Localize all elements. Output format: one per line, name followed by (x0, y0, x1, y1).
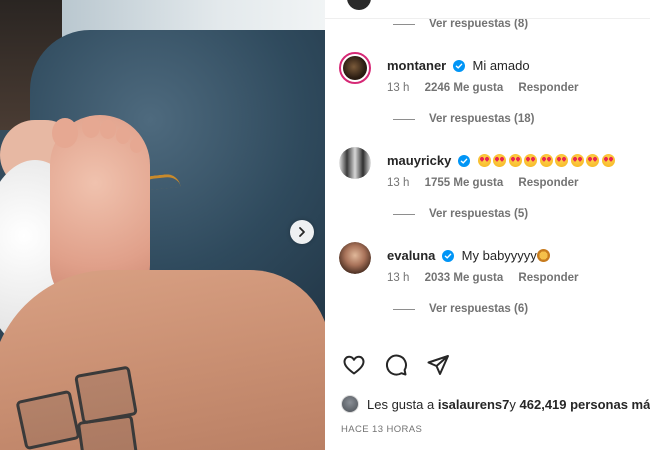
avatar[interactable] (341, 395, 359, 413)
baby-toe (130, 138, 143, 153)
comment-likes[interactable]: 2246 Me gusta (425, 82, 504, 94)
avatar[interactable] (339, 52, 371, 84)
view-replies-label: Ver respuestas (18) (429, 113, 535, 125)
baby-toe (52, 118, 78, 148)
replies-divider-line (393, 118, 415, 120)
heart-eyes-emoji-icon (570, 154, 584, 167)
likes-middle: y (509, 396, 516, 412)
send-icon (427, 355, 449, 375)
heart-eyes-emoji-icon (493, 154, 507, 167)
heart-eyes-emoji-icon (524, 154, 538, 167)
likes-count[interactable]: 462,419 personas más (520, 397, 650, 412)
verified-badge-icon (452, 60, 465, 72)
avatar[interactable] (339, 242, 371, 274)
reply-button[interactable]: Responder (518, 82, 578, 94)
comments-panel: Ver respuestas (8) montaner Mi amado 13 … (325, 0, 650, 450)
comment-username[interactable]: mauyricky (387, 153, 451, 168)
view-replies-button[interactable]: Ver respuestas (18) (393, 113, 534, 125)
lion-emoji-icon (536, 249, 550, 262)
comment-username[interactable]: montaner (387, 58, 446, 73)
comment-time[interactable]: 13 h (387, 272, 409, 284)
view-replies-label: Ver respuestas (8) (429, 18, 529, 30)
chevron-right-icon (299, 227, 305, 237)
post-action-bar (341, 352, 451, 378)
verified-badge-icon (442, 250, 455, 262)
comment-username[interactable]: evaluna (387, 248, 435, 263)
heart-eyes-emoji-icon (539, 154, 553, 167)
comment-text: My babyyyyy (461, 248, 537, 263)
post-timestamp[interactable]: HACE 13 HORAS (341, 424, 422, 435)
replies-divider-line (393, 23, 415, 25)
heart-eyes-emoji-icon (586, 154, 600, 167)
comment-button[interactable] (383, 352, 409, 378)
heart-eyes-emoji-icon (555, 154, 569, 167)
view-replies-label: Ver respuestas (5) (429, 208, 529, 220)
reply-button[interactable]: Responder (518, 272, 578, 284)
likes-prefix: Les gusta a (367, 396, 435, 412)
verified-badge-icon (457, 155, 470, 167)
baby-toe (82, 116, 100, 138)
comment-likes[interactable]: 1755 Me gusta (425, 177, 504, 189)
baby-toe (116, 127, 130, 144)
comment-emojis (477, 153, 618, 168)
avatar[interactable] (347, 0, 371, 10)
heart-icon (343, 355, 365, 375)
comment-icon (385, 354, 407, 376)
comment-time[interactable]: 13 h (387, 82, 409, 94)
comment-likes[interactable]: 2033 Me gusta (425, 272, 504, 284)
divider (325, 18, 650, 19)
reply-button[interactable]: Responder (518, 177, 578, 189)
share-button[interactable] (425, 352, 451, 378)
post-photo (0, 0, 325, 450)
tattoo-block (76, 414, 140, 450)
comment-text: Mi amado (472, 58, 530, 73)
comment-item: mauyricky 13 h 1755 Me gusta Responder (339, 147, 644, 197)
view-replies-button[interactable]: Ver respuestas (5) (393, 208, 528, 220)
next-photo-button[interactable] (290, 220, 314, 244)
view-replies-label: Ver respuestas (6) (429, 303, 529, 315)
comment-item: evaluna My babyyyyy 13 h 2033 Me gusta R… (339, 242, 644, 292)
comment-time[interactable]: 13 h (387, 177, 409, 189)
baby-toe (100, 120, 116, 139)
view-replies-button[interactable]: Ver respuestas (6) (393, 303, 528, 315)
avatar[interactable] (339, 147, 371, 179)
view-replies-button[interactable]: Ver respuestas (8) (393, 18, 528, 30)
likes-summary: Les gusta a isalaurens7 y 462,419 person… (341, 395, 650, 413)
comment-item: montaner Mi amado 13 h 2246 Me gusta Res… (339, 52, 644, 102)
replies-divider-line (393, 308, 415, 310)
heart-eyes-emoji-icon (508, 154, 522, 167)
like-button[interactable] (341, 352, 367, 378)
heart-eyes-emoji-icon (477, 154, 491, 167)
heart-eyes-emoji-icon (601, 154, 615, 167)
liker-username[interactable]: isalaurens7 (438, 397, 510, 412)
replies-divider-line (393, 213, 415, 215)
